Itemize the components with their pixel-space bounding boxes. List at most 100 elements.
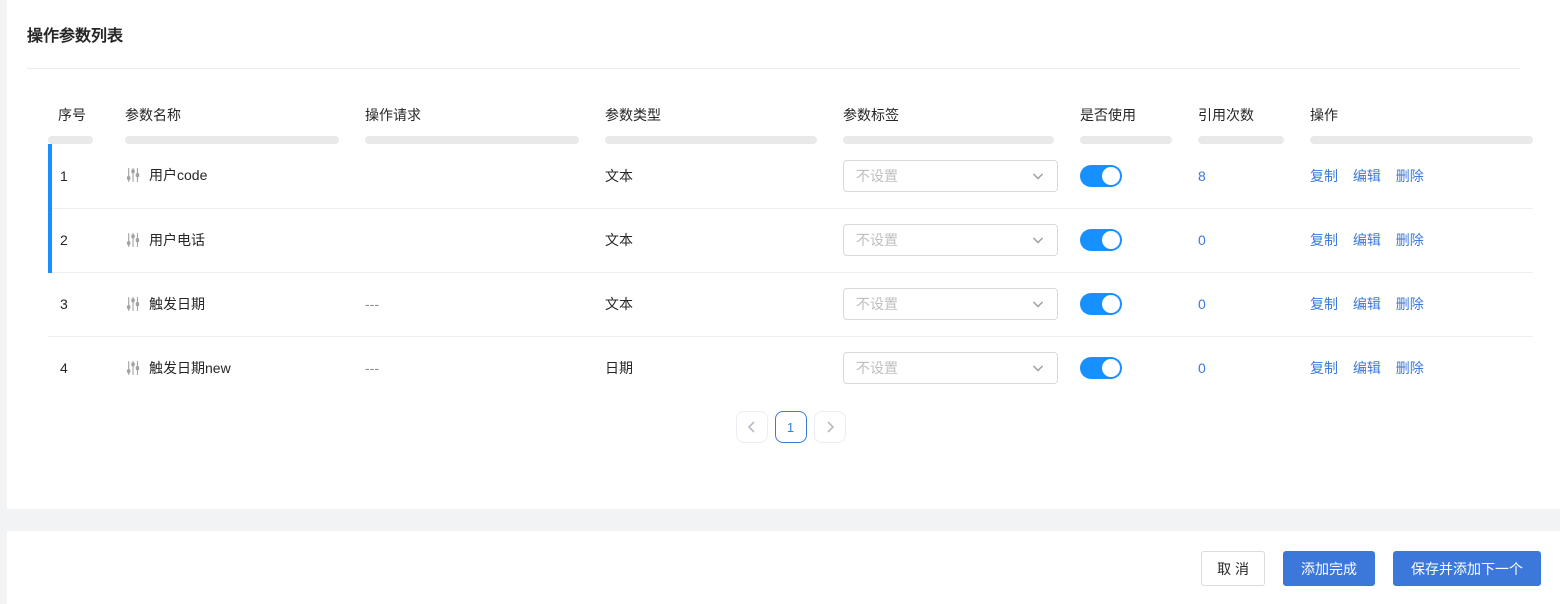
table-body: 1 用户code 文本 不设置 8 复制 编辑 删除 2 用户电话 文本 不设置…: [48, 144, 1533, 400]
edit-link[interactable]: 编辑: [1353, 168, 1381, 184]
param-name: 触发日期new: [149, 359, 231, 376]
enabled-cell: [1068, 272, 1186, 337]
col-header-label: 参数标签: [831, 100, 1068, 144]
label-cell: 不设置: [831, 272, 1068, 337]
enabled-cell: [1068, 208, 1186, 273]
delete-link[interactable]: 删除: [1396, 232, 1424, 248]
ref-count-link[interactable]: 0: [1198, 296, 1206, 312]
col-header-request: 操作请求: [353, 100, 593, 144]
header-underline-bar: [1198, 136, 1284, 144]
copy-link[interactable]: 复制: [1310, 296, 1338, 312]
col-header-actions: 操作: [1298, 100, 1533, 144]
edit-link[interactable]: 编辑: [1353, 232, 1381, 248]
toggle-knob: [1102, 231, 1120, 249]
request-cell: [353, 144, 593, 209]
label-select[interactable]: 不设置: [843, 159, 1058, 192]
row-index-cell: 1: [48, 144, 113, 209]
main-panel: 操作参数列表 序号 参数名称 操作请求 参数类型 参数标签 是否使用 引用次数 …: [7, 0, 1560, 509]
divider: [27, 68, 1520, 69]
label-cell: 不设置: [831, 336, 1068, 400]
select-placeholder: 不设置: [856, 167, 898, 184]
delete-link[interactable]: 删除: [1396, 296, 1424, 312]
type-cell: 文本: [593, 272, 831, 337]
chevron-down-icon: [1031, 233, 1045, 247]
enabled-cell: [1068, 336, 1186, 400]
table-row: 2 用户电话 文本 不设置 0 复制 编辑 删除: [48, 208, 1533, 273]
param-name: 用户code: [149, 167, 208, 184]
request-cell: ---: [353, 272, 593, 337]
col-header-type: 参数类型: [593, 100, 831, 144]
col-header-enabled: 是否使用: [1068, 100, 1186, 144]
type-cell: 日期: [605, 360, 633, 377]
table-row: 4 触发日期new --- 日期 不设置 0 复制 编辑 删除: [48, 336, 1533, 400]
col-header-index: 序号: [48, 100, 113, 144]
ref-count-link[interactable]: 8: [1198, 168, 1206, 184]
edit-link[interactable]: 编辑: [1353, 360, 1381, 376]
param-name-cell: 用户code: [113, 144, 353, 209]
table-row: 1 用户code 文本 不设置 8 复制 编辑 删除: [48, 144, 1533, 209]
next-page-button[interactable]: [813, 411, 846, 443]
enabled-toggle[interactable]: [1080, 357, 1122, 380]
label-cell: 不设置: [831, 144, 1068, 209]
sliders-icon: [125, 167, 141, 183]
actions-cell: 复制 编辑 删除: [1298, 336, 1533, 400]
chevron-left-icon: [747, 421, 755, 433]
ref-count-link[interactable]: 0: [1198, 232, 1206, 248]
footer-panel: 取 消 添加完成 保存并添加下一个: [7, 531, 1560, 604]
save-and-add-next-button[interactable]: 保存并添加下一个: [1393, 551, 1541, 586]
select-placeholder: 不设置: [856, 360, 898, 377]
refcount-cell: 0: [1186, 272, 1298, 337]
row-index: 4: [60, 360, 68, 377]
chevron-down-icon: [1031, 297, 1045, 311]
page-title: 操作参数列表: [27, 28, 124, 45]
enabled-cell: [1068, 144, 1186, 209]
header-underline-bar: [1080, 136, 1172, 144]
label-select[interactable]: 不设置: [843, 352, 1058, 385]
row-index-cell: 4: [48, 336, 113, 400]
table-header-row: 序号 参数名称 操作请求 参数类型 参数标签 是否使用 引用次数 操作: [48, 100, 1533, 144]
header-underline-bar: [48, 136, 93, 144]
sliders-icon: [125, 232, 141, 248]
row-index: 2: [60, 232, 68, 248]
param-name: 用户电话: [149, 231, 205, 248]
chevron-right-icon: [826, 421, 834, 433]
add-done-button[interactable]: 添加完成: [1283, 551, 1375, 586]
prev-page-button[interactable]: [735, 411, 768, 443]
actions-cell: 复制 编辑 删除: [1298, 272, 1533, 337]
parameter-table: 序号 参数名称 操作请求 参数类型 参数标签 是否使用 引用次数 操作 1 用户…: [48, 100, 1533, 400]
refcount-cell: 0: [1186, 208, 1298, 273]
delete-link[interactable]: 删除: [1396, 360, 1424, 376]
copy-link[interactable]: 复制: [1310, 232, 1338, 248]
delete-link[interactable]: 删除: [1396, 168, 1424, 184]
label-cell: 不设置: [831, 208, 1068, 273]
param-name-cell: 用户电话: [113, 208, 353, 273]
copy-link[interactable]: 复制: [1310, 360, 1338, 376]
col-header-name: 参数名称: [113, 100, 353, 144]
row-index-cell: 3: [48, 272, 113, 337]
row-index-cell: 2: [48, 208, 113, 273]
ref-count-link[interactable]: 0: [1198, 360, 1206, 376]
header-underline-bar: [843, 136, 1054, 144]
page-1-button[interactable]: 1: [774, 411, 807, 443]
refcount-cell: 8: [1186, 144, 1298, 209]
sliders-icon: [125, 360, 141, 376]
toggle-knob: [1102, 359, 1120, 378]
row-index: 1: [60, 167, 68, 184]
label-select[interactable]: 不设置: [843, 224, 1058, 256]
cancel-button[interactable]: 取 消: [1201, 551, 1265, 586]
col-header-refcount: 引用次数: [1186, 100, 1298, 144]
param-name: 触发日期: [149, 295, 205, 312]
request-cell: [353, 208, 593, 273]
sliders-icon: [125, 296, 141, 312]
request-cell: ---: [365, 360, 379, 377]
copy-link[interactable]: 复制: [1310, 168, 1338, 184]
enabled-toggle[interactable]: [1080, 164, 1122, 187]
label-select[interactable]: 不设置: [843, 288, 1058, 320]
parameter-table-area: 序号 参数名称 操作请求 参数类型 参数标签 是否使用 引用次数 操作 1 用户…: [48, 100, 1533, 443]
enabled-toggle[interactable]: [1080, 293, 1122, 315]
actions-cell: 复制 编辑 删除: [1298, 208, 1533, 273]
enabled-toggle[interactable]: [1080, 229, 1122, 251]
edit-link[interactable]: 编辑: [1353, 296, 1381, 312]
header-underline-bar: [125, 136, 339, 144]
header-underline-bar: [605, 136, 817, 144]
